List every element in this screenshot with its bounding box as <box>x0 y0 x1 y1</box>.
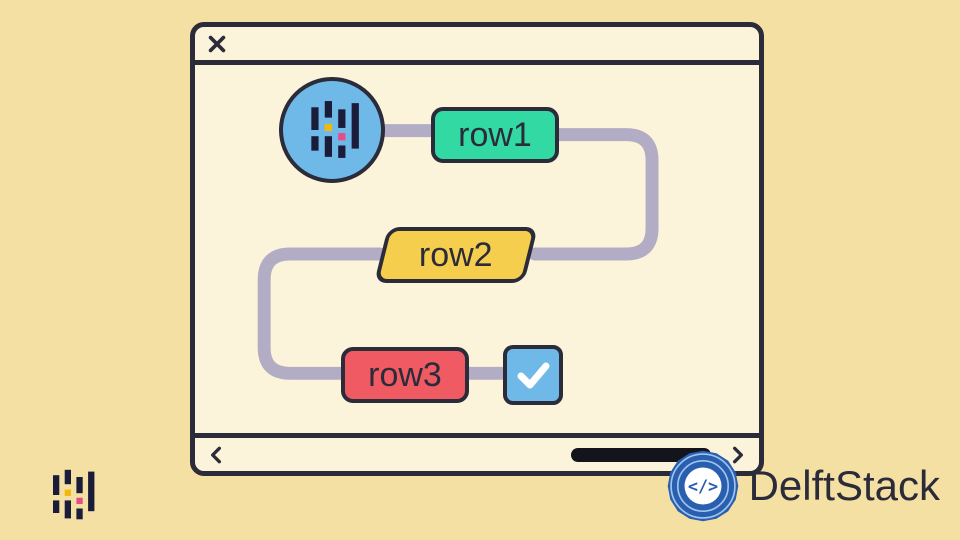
app-window: row1 row2 row3 <box>190 22 764 476</box>
chevron-left-icon <box>206 444 226 466</box>
check-icon <box>513 355 553 395</box>
row2-label: row2 <box>419 236 493 275</box>
row1-node: row1 <box>431 107 559 163</box>
pandas-icon <box>44 468 98 522</box>
brand-name: DelftStack <box>749 462 940 510</box>
brand: </> DelftStack <box>661 444 940 528</box>
diagram-canvas: row1 row2 row3 <box>195 65 759 433</box>
svg-text:</>: </> <box>687 476 717 496</box>
end-node <box>503 345 563 405</box>
brand-badge: </> <box>661 444 745 528</box>
row3-label: row3 <box>368 356 442 395</box>
pandas-icon <box>301 99 363 161</box>
row3-node: row3 <box>341 347 469 403</box>
titlebar <box>195 27 759 65</box>
close-button[interactable] <box>203 30 231 58</box>
start-node <box>279 77 385 183</box>
close-icon <box>206 33 228 55</box>
gear-code-icon: </> <box>661 444 745 528</box>
pandas-logo-small <box>42 466 100 524</box>
row1-label: row1 <box>458 116 532 155</box>
row2-node: row2 <box>374 227 538 283</box>
scroll-left-button[interactable] <box>203 442 229 468</box>
